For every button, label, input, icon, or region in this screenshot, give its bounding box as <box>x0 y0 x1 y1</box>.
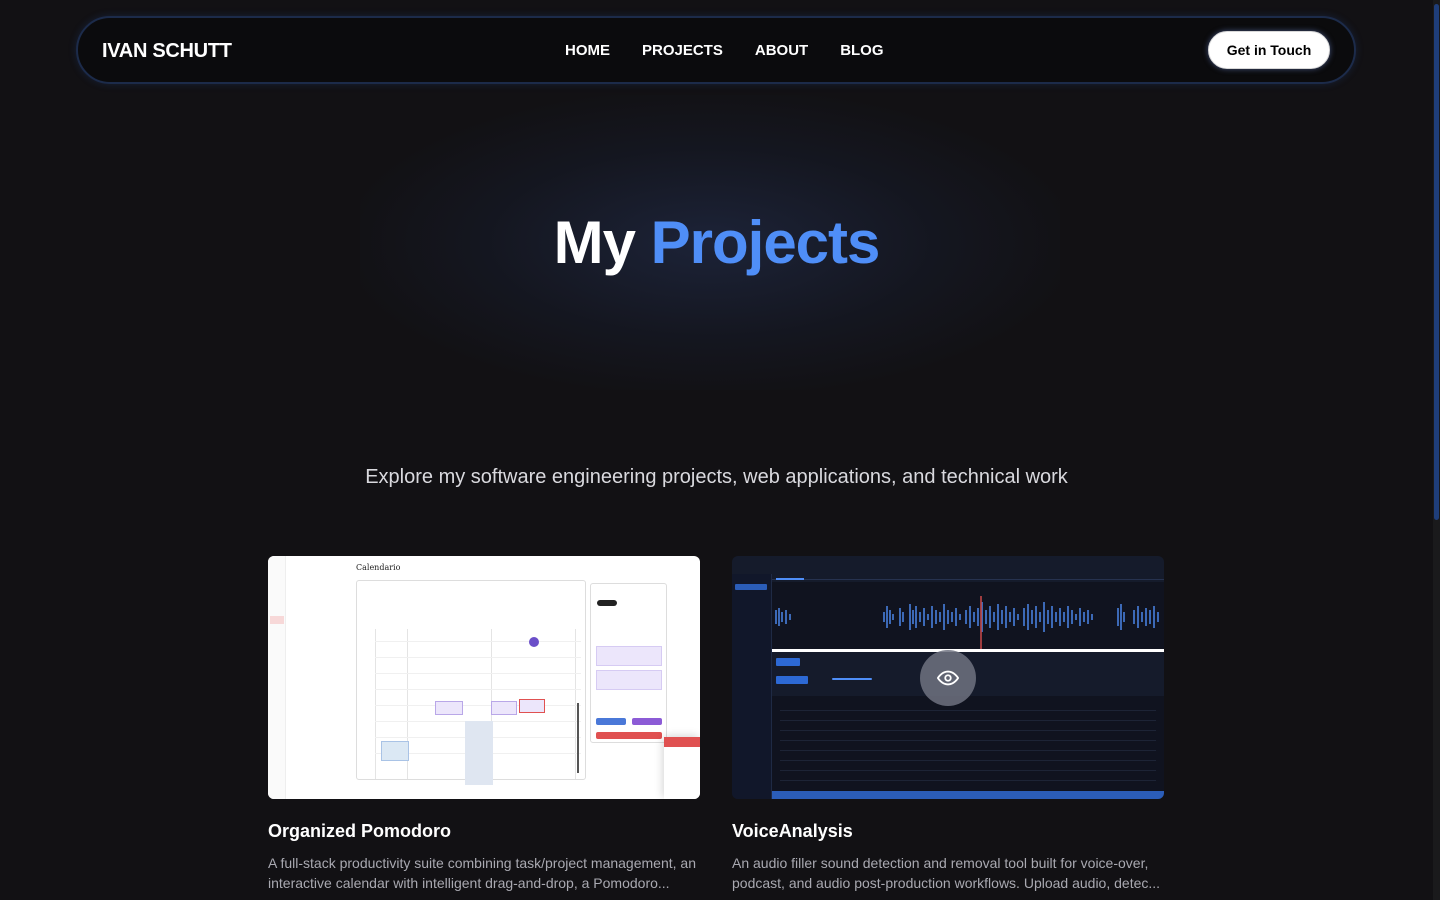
thumb-playhead <box>980 596 982 652</box>
page-scrollbar[interactable] <box>1433 0 1440 900</box>
thumb-results-table <box>772 696 1164 799</box>
top-navbar: IVAN SCHUTT HOME PROJECTS ABOUT BLOG Get… <box>76 16 1356 84</box>
page-scrollbar-thumb[interactable] <box>1434 4 1439 520</box>
project-card-organized-pomodoro[interactable]: Calendario Organized Pomodoro A full-sta… <box>268 556 700 893</box>
nav-link-blog[interactable]: BLOG <box>840 42 883 59</box>
thumb-timer-widget <box>664 737 700 799</box>
thumb-tabbar <box>772 570 1164 580</box>
thumb-waveform <box>772 582 1164 652</box>
page-title-accent: Projects <box>650 209 881 276</box>
thumb-sidebar <box>268 556 286 799</box>
waveform-graphic <box>775 602 1159 632</box>
nav-link-home[interactable]: HOME <box>565 42 610 59</box>
project-title[interactable]: Organized Pomodoro <box>268 821 700 842</box>
project-title[interactable]: VoiceAnalysis <box>732 821 1164 842</box>
thumb-sidebar <box>732 574 772 799</box>
nav-link-about[interactable]: ABOUT <box>755 42 808 59</box>
project-thumbnail[interactable]: Calendario <box>268 556 700 799</box>
eye-icon <box>937 670 959 686</box>
preview-button[interactable] <box>920 650 976 706</box>
project-description: A full-stack productivity suite combinin… <box>268 855 696 891</box>
thumb-heading: Calendario <box>356 563 401 572</box>
project-card-voiceanalysis[interactable]: VoiceAnalysis An audio filler sound dete… <box>732 556 1164 893</box>
nav-link-projects[interactable]: PROJECTS <box>642 42 723 59</box>
thumb-timeline <box>772 649 1164 652</box>
page-title-plain: My <box>553 209 636 276</box>
thumb-task-panel <box>590 583 667 743</box>
page-subtitle: Explore my software engineering projects… <box>365 466 1068 488</box>
nav-links: HOME PROJECTS ABOUT BLOG <box>565 42 884 59</box>
project-description: An audio filler sound detection and remo… <box>732 855 1161 891</box>
brand-logo[interactable]: IVAN SCHUTT <box>102 40 232 63</box>
thumb-calendar-panel <box>356 580 586 785</box>
page-title: My Projects <box>0 208 1433 277</box>
get-in-touch-button[interactable]: Get in Touch <box>1208 31 1330 69</box>
project-thumbnail[interactable] <box>732 556 1164 799</box>
